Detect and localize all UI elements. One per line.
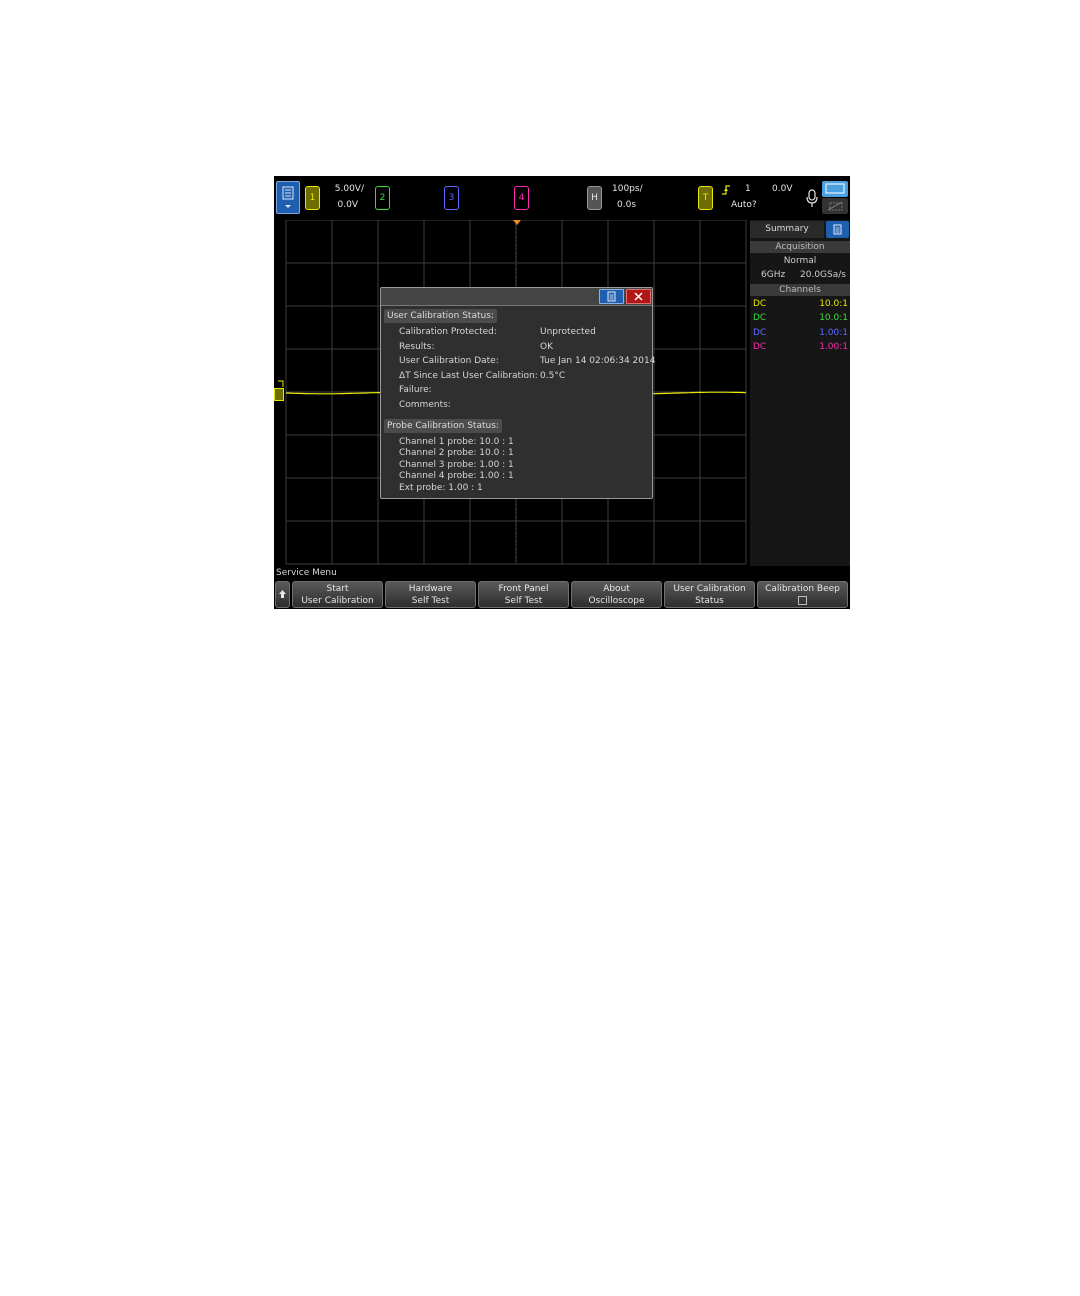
front-panel-self-test-softkey[interactable]: Front Panel Self Test xyxy=(478,581,569,608)
touch-zoom-button[interactable] xyxy=(822,181,848,197)
ch4-coupling: DC xyxy=(753,342,767,352)
trigger-mode: Auto? xyxy=(731,200,757,210)
trigger-position-marker xyxy=(513,220,521,225)
ch1-ratio: 10.0:1 xyxy=(819,299,848,309)
probe-row: Channel 3 probe: 1.00 : 1 xyxy=(399,460,514,470)
channels-header: Channels xyxy=(750,284,850,296)
softkey-bar: Service Menu Start User Calibration Hard… xyxy=(274,566,850,609)
softkey-line2: Status xyxy=(695,596,724,606)
comments-label: Comments: xyxy=(399,400,451,410)
zoom-box-icon xyxy=(825,183,845,194)
channel-1-ground-marker[interactable] xyxy=(274,388,284,401)
trigger-level-marker xyxy=(278,380,284,387)
trigger-level: 0.0V xyxy=(772,184,793,194)
channel-2-button[interactable]: 2 xyxy=(375,186,390,210)
channel-1-button[interactable]: 1 xyxy=(305,186,320,210)
acquisition-mode: Normal xyxy=(783,256,817,266)
softkey-line2: Self Test xyxy=(411,596,450,606)
softkey-line1: User Calibration xyxy=(673,584,746,594)
horizontal-delay: 0.0s xyxy=(617,200,637,210)
ch3-coupling: DC xyxy=(753,328,767,338)
probe-row: Ext probe: 1.00 : 1 xyxy=(399,483,483,493)
softkey-line2: Self Test xyxy=(504,596,543,606)
start-user-calibration-softkey[interactable]: Start User Calibration xyxy=(292,581,383,608)
menu-icon xyxy=(282,186,294,208)
softkey-line1: Calibration Beep xyxy=(765,584,840,594)
dialog-menu-button[interactable] xyxy=(599,289,624,304)
calibration-beep-checkbox[interactable] xyxy=(798,596,807,605)
summary-tab[interactable]: Summary xyxy=(750,221,824,238)
ch3-ratio: 1.00:1 xyxy=(819,328,848,338)
document-icon xyxy=(833,224,842,235)
timebase-value: 100ps/ xyxy=(612,184,643,194)
results-label: Results: xyxy=(399,342,435,352)
up-arrow-icon xyxy=(279,590,286,598)
channel-1-scale: 5.00V/ xyxy=(334,184,364,194)
probe-calibration-header: Probe Calibration Status: xyxy=(384,419,502,433)
waveform-graticule[interactable]: User Calibration Status: Calibration Pro… xyxy=(274,220,748,566)
horizontal-button[interactable]: H xyxy=(587,186,602,210)
results-value: OK xyxy=(540,342,553,352)
softkey-line1: Hardware xyxy=(408,584,453,594)
touch-gesture-button[interactable] xyxy=(822,198,848,214)
softkey-line2: Oscilloscope xyxy=(588,596,645,606)
softkey-line1: Start xyxy=(326,584,349,594)
probe-row: Channel 1 probe: 10.0 : 1 xyxy=(399,437,514,447)
cal-protected-value: Unprotected xyxy=(540,327,596,337)
ch2-ratio: 10.0:1 xyxy=(819,313,848,323)
dialog-close-button[interactable] xyxy=(626,289,651,304)
sample-rate: 20.0GSa/s xyxy=(800,270,846,280)
close-icon xyxy=(634,292,643,301)
channel-1-offset: 0.0V xyxy=(337,200,358,210)
softkey-line2: User Calibration xyxy=(301,596,374,606)
ch2-coupling: DC xyxy=(753,313,767,323)
hardware-self-test-softkey[interactable]: Hardware Self Test xyxy=(385,581,476,608)
user-calibration-status-softkey[interactable]: User Calibration Status xyxy=(664,581,755,608)
channel-4-button[interactable]: 4 xyxy=(514,186,529,210)
menu-back-button[interactable] xyxy=(275,581,290,608)
softkey-line1: Front Panel xyxy=(498,584,549,594)
trigger-button[interactable]: T xyxy=(698,186,713,210)
panel-menu-button[interactable] xyxy=(826,221,849,238)
top-status-bar: 1 5.00V/ 0.0V 2 3 4 H 100ps/ 0.0s T 1 0.… xyxy=(274,176,850,220)
menu-title: Service Menu xyxy=(276,568,337,578)
summary-label: Summary xyxy=(765,224,809,234)
calibration-status-dialog: User Calibration Status: Calibration Pro… xyxy=(380,287,656,499)
cal-protected-label: Calibration Protected: xyxy=(399,327,497,337)
trigger-source: 1 xyxy=(745,184,751,194)
user-calibration-header: User Calibration Status: xyxy=(384,309,497,323)
bandwidth: 6GHz xyxy=(761,270,786,280)
probe-row: Channel 4 probe: 1.00 : 1 xyxy=(399,471,514,481)
microphone-icon[interactable] xyxy=(805,189,819,209)
gesture-icon xyxy=(827,201,843,211)
probe-row: Channel 2 probe: 10.0 : 1 xyxy=(399,448,514,458)
trigger-edge-icon xyxy=(722,185,730,195)
dialog-titlebar[interactable] xyxy=(381,288,652,306)
softkey-line1: About xyxy=(603,584,630,594)
main-menu-button[interactable] xyxy=(276,181,300,214)
cal-date-value: Tue Jan 14 02:06:34 2014 xyxy=(540,356,656,366)
delta-t-value: 0.5°C xyxy=(540,371,566,381)
delta-t-label: ΔT Since Last User Calibration: xyxy=(399,371,538,381)
calibration-beep-softkey[interactable]: Calibration Beep xyxy=(757,581,848,608)
channel-3-button[interactable]: 3 xyxy=(444,186,459,210)
cal-date-label: User Calibration Date: xyxy=(399,356,499,366)
acquisition-header: Acquisition xyxy=(750,241,850,253)
oscilloscope-screen: 1 5.00V/ 0.0V 2 3 4 H 100ps/ 0.0s T 1 0.… xyxy=(274,176,850,609)
document-icon xyxy=(607,291,616,302)
ch4-ratio: 1.00:1 xyxy=(819,342,848,352)
summary-side-panel: Summary Acquisition Normal 6GHz 20.0GSa/… xyxy=(750,220,850,566)
ch1-coupling: DC xyxy=(753,299,767,309)
about-oscilloscope-softkey[interactable]: About Oscilloscope xyxy=(571,581,662,608)
failure-label: Failure: xyxy=(399,385,432,395)
